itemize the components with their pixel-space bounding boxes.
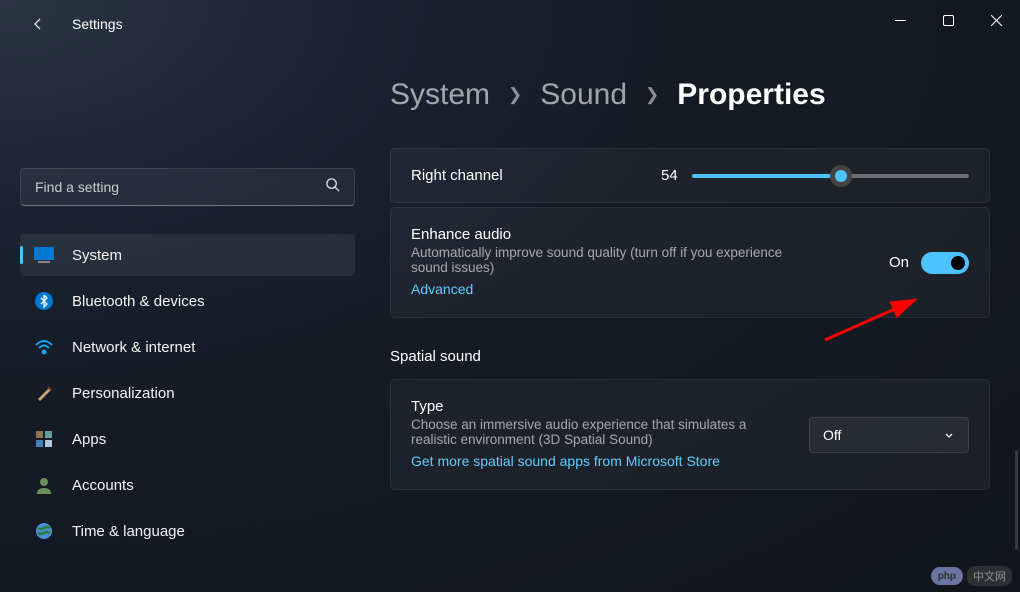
content-area: System ❯ Sound ❯ Properties Right channe… [370,48,1020,592]
dropdown-selected: Off [823,427,841,443]
slider-thumb[interactable] [830,165,852,187]
person-icon [34,475,54,495]
chevron-down-icon [943,429,955,441]
spatial-sound-header: Spatial sound [390,348,990,365]
right-channel-label: Right channel [411,167,661,184]
maximize-button[interactable] [924,0,972,40]
spatial-type-card: Type Choose an immersive audio experienc… [390,379,990,490]
breadcrumb-sound[interactable]: Sound [540,78,627,112]
close-icon [991,15,1002,26]
sidebar-item-accounts[interactable]: Accounts [20,464,355,506]
right-channel-slider[interactable] [692,174,969,178]
spatial-type-dropdown[interactable]: Off [809,417,969,453]
bluetooth-icon [34,291,54,311]
sidebar-item-network[interactable]: Network & internet [20,326,355,368]
close-button[interactable] [972,0,1020,40]
breadcrumb: System ❯ Sound ❯ Properties [390,78,990,112]
spatial-store-link[interactable]: Get more spatial sound apps from Microso… [411,453,720,469]
sidebar-item-label: Personalization [72,385,175,402]
sidebar: System Bluetooth & devices Network & int… [0,48,370,592]
apps-icon [34,429,54,449]
enhance-audio-title: Enhance audio [411,226,889,243]
wifi-icon [34,337,54,357]
sidebar-item-label: Time & language [72,523,185,540]
sidebar-item-label: Accounts [72,477,134,494]
chevron-right-icon: ❯ [645,85,659,105]
back-arrow-icon [30,16,46,32]
sidebar-item-label: System [72,247,122,264]
enhance-audio-card: Enhance audio Automatically improve soun… [390,207,990,318]
spatial-type-desc: Choose an immersive audio experience tha… [411,417,779,447]
sidebar-item-time[interactable]: Time & language [20,510,355,552]
toggle-state-label: On [889,254,909,271]
search-box[interactable] [20,168,355,206]
scrollbar[interactable] [1015,450,1018,550]
enhance-audio-advanced-link[interactable]: Advanced [411,281,473,297]
search-input[interactable] [35,179,325,195]
brush-icon [34,383,54,403]
window-title: Settings [72,16,123,32]
enhance-audio-toggle[interactable] [921,252,969,274]
sidebar-item-bluetooth[interactable]: Bluetooth & devices [20,280,355,322]
sidebar-item-label: Network & internet [72,339,195,356]
system-icon [34,245,54,265]
spatial-type-title: Type [411,398,779,415]
right-channel-card: Right channel 54 [390,148,990,203]
back-button[interactable] [20,6,56,42]
chevron-right-icon: ❯ [508,85,522,105]
nav-list: System Bluetooth & devices Network & int… [20,234,355,552]
minimize-button[interactable] [876,0,924,40]
enhance-audio-desc: Automatically improve sound quality (tur… [411,245,791,275]
breadcrumb-properties: Properties [677,78,825,112]
sidebar-item-system[interactable]: System [20,234,355,276]
minimize-icon [895,15,906,26]
sidebar-item-personalization[interactable]: Personalization [20,372,355,414]
titlebar: Settings [0,0,1020,48]
maximize-icon [943,15,954,26]
window-controls [876,0,1020,40]
globe-icon [34,521,54,541]
sidebar-item-apps[interactable]: Apps [20,418,355,460]
breadcrumb-system[interactable]: System [390,78,490,112]
right-channel-value: 54 [661,167,678,184]
sidebar-item-label: Apps [72,431,106,448]
search-icon [325,177,340,197]
sidebar-item-label: Bluetooth & devices [72,293,205,310]
